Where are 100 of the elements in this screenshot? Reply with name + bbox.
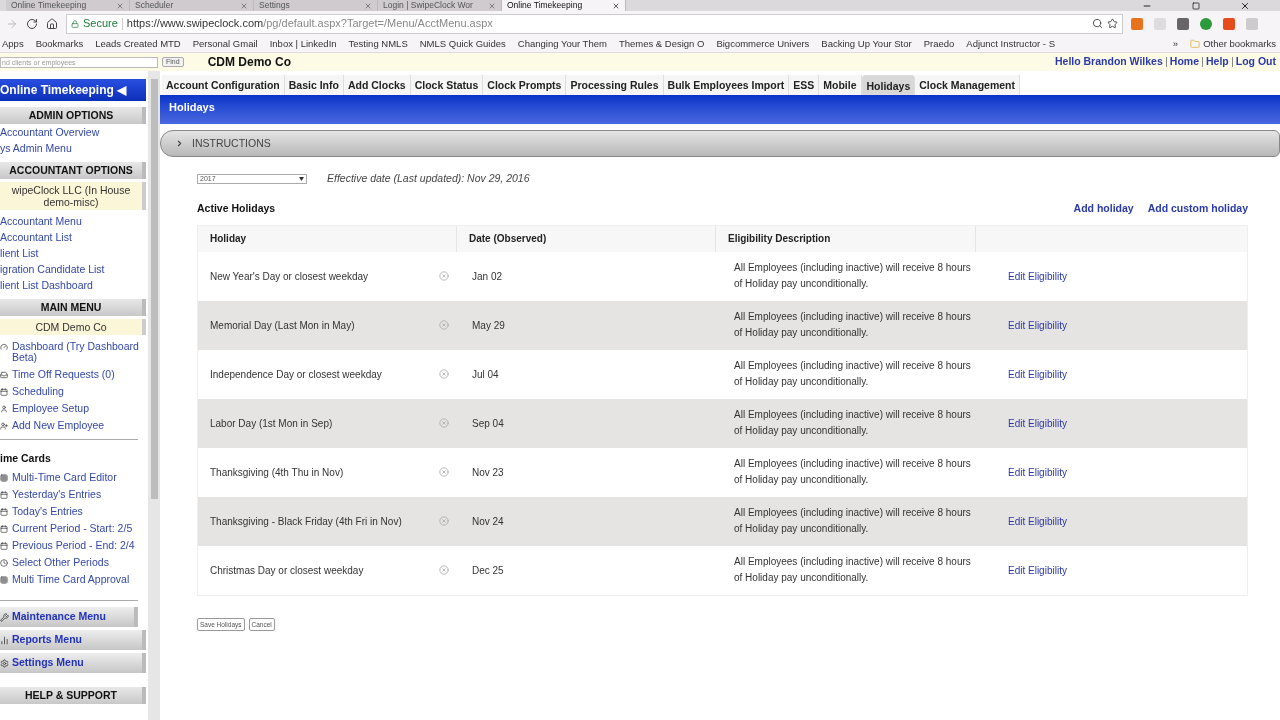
client-name[interactable]: wipeClock LLC (In House demo-misc) [0, 182, 146, 210]
sidebar-link[interactable]: ys Admin Menu [0, 140, 146, 156]
sidebar-link[interactable]: igration Candidate List [0, 261, 146, 277]
browser-tab[interactable]: Settings [254, 0, 378, 11]
sidebar-link[interactable]: lient List [0, 245, 146, 261]
sidebar-link[interactable]: Previous Period - End: 2/4 [12, 540, 135, 551]
star-icon[interactable] [1107, 18, 1118, 29]
bookmark[interactable]: Leads Created MTD [95, 36, 181, 52]
edit-eligibility-link[interactable]: Edit Eligibility [976, 366, 1247, 382]
edit-eligibility-link[interactable]: Edit Eligibility [976, 513, 1247, 529]
bookmark[interactable]: Backing Up Your Stor [821, 36, 912, 52]
remove-icon[interactable] [439, 565, 449, 575]
page-tab[interactable]: Holidays [861, 75, 916, 95]
separator [1165, 57, 1167, 67]
page-tab[interactable]: Clock Management [915, 75, 1020, 95]
remove-icon[interactable] [439, 516, 449, 526]
sidebar-link[interactable]: Accountant List [0, 229, 146, 245]
remove-icon[interactable] [439, 369, 449, 379]
page-tab[interactable]: Processing Rules [566, 75, 664, 95]
sidebar-link[interactable]: Employee Setup [12, 403, 90, 414]
restore-icon[interactable] [1192, 2, 1200, 10]
remove-icon[interactable] [439, 320, 449, 330]
greeting: Hello Brandon Wilkes [1054, 54, 1163, 70]
remove-icon[interactable] [439, 467, 449, 477]
extension-icon[interactable] [1223, 17, 1235, 30]
menu-item-icon [0, 575, 8, 585]
forward-icon[interactable] [6, 17, 18, 30]
bookmark[interactable]: Apps [2, 36, 24, 52]
edit-eligibility-link[interactable]: Edit Eligibility [976, 415, 1247, 431]
sidebar-link[interactable]: Multi-Time Card Editor [12, 472, 117, 483]
menu-button[interactable]: Maintenance Menu [0, 607, 138, 627]
sidebar-banner[interactable]: Online Timekeeping ◀ [0, 79, 146, 101]
lock-icon [71, 19, 79, 28]
sidebar-link[interactable]: Time Off Requests (0) [12, 369, 115, 380]
address-field[interactable]: Secure https://www.swipeclock.com/pg/default.aspx?Target=/Menu/AcctMenu.aspx [66, 13, 1123, 34]
sidebar-link[interactable]: Yesterday's Entries [12, 489, 102, 500]
table-cell-text: All Employees (including inactive) will receive 8 hours of Holiday pay unconditionally. [733, 261, 972, 291]
sidebar-link[interactable]: Scheduling [12, 386, 64, 397]
bookmark[interactable]: Other bookmarks [1203, 36, 1276, 52]
sidebar-link[interactable]: Current Period - Start: 2/5 [12, 523, 133, 534]
bookmark[interactable]: Themes & Design O [618, 36, 705, 52]
sidebar-link[interactable]: Accountant Menu [0, 213, 146, 229]
bookmark[interactable]: Inbox | LinkedIn [269, 36, 337, 52]
extension-icon[interactable] [1131, 17, 1143, 30]
page-tab[interactable]: Add Clocks [343, 75, 411, 95]
extension-icon[interactable] [1200, 17, 1212, 30]
action-link[interactable]: Add holiday [1073, 200, 1134, 217]
page-tab[interactable]: Clock Status [410, 75, 484, 95]
sidebar-link[interactable]: Dashboard (Try Dashboard Beta) [12, 341, 146, 363]
edit-eligibility-link[interactable]: Edit Eligibility [976, 562, 1247, 578]
edit-eligibility-link[interactable]: Edit Eligibility [976, 268, 1247, 284]
client-name[interactable]: CDM Demo Co [0, 319, 146, 335]
sidebar-link[interactable]: Accountant Overview [0, 124, 146, 140]
action-link[interactable]: Add custom holiday [1147, 200, 1248, 217]
header-link[interactable]: Log Out [1235, 54, 1276, 70]
extension-icon[interactable] [1177, 17, 1189, 30]
page-tab[interactable]: Basic Info [284, 75, 344, 95]
menu-button[interactable]: Reports Menu [0, 630, 146, 650]
table-cell-text: New Year's Day or closest weekday [210, 269, 369, 284]
reload-icon[interactable] [26, 17, 38, 30]
remove-icon[interactable] [439, 271, 449, 281]
bookmark[interactable]: Bookmarks [35, 36, 84, 52]
header-link[interactable]: Help [1206, 54, 1229, 70]
instructions-bar[interactable]: INSTRUCTIONS [160, 130, 1280, 157]
bookmark[interactable]: Testing NMLS [348, 36, 408, 52]
bookmark[interactable]: Adjunct Instructor - S [966, 36, 1055, 52]
home-icon[interactable] [46, 17, 58, 30]
sidebar-link[interactable]: lient List Dashboard [0, 277, 146, 293]
close-icon[interactable] [1240, 1, 1250, 11]
bookmark[interactable]: Bigcommerce Univers [716, 36, 810, 52]
sidebar-link[interactable]: Today's Entries [12, 506, 83, 517]
page-tab[interactable]: Bulk Employees Import [663, 75, 790, 95]
menu-icon [0, 658, 9, 668]
bookmark[interactable]: Personal Gmail [192, 36, 258, 52]
header-link[interactable]: Home [1169, 54, 1199, 70]
scrollbar[interactable] [148, 71, 160, 720]
sidebar-link[interactable]: Add New Employee [12, 420, 105, 431]
page-tab[interactable]: Account Configuration [162, 75, 285, 95]
browser-tab[interactable]: Scheduler [130, 0, 254, 11]
bookmark[interactable]: Praedo [923, 36, 955, 52]
page-tab[interactable]: Clock Prompts [483, 75, 567, 95]
table-cell-text: Nov 23 [471, 465, 505, 480]
column-header: Eligibility Description [716, 225, 976, 252]
zoom-icon[interactable] [1092, 18, 1103, 29]
sidebar-heading: ADMIN OPTIONS [0, 107, 146, 124]
sidebar-link[interactable]: Multi Time Card Approval [12, 574, 130, 585]
more-bookmarks[interactable]: » [1172, 36, 1179, 52]
close-icon[interactable] [612, 1, 620, 10]
page-tab[interactable]: ESS [789, 75, 820, 95]
separator [1231, 57, 1233, 67]
bookmark[interactable]: NMLS Quick Guides [419, 36, 506, 52]
table-cell-text: Dec 25 [471, 563, 505, 578]
edit-eligibility-link[interactable]: Edit Eligibility [976, 464, 1247, 480]
bookmark[interactable]: Changing Your Them [517, 36, 607, 52]
edit-eligibility-link[interactable]: Edit Eligibility [976, 317, 1247, 333]
remove-icon[interactable] [439, 418, 449, 428]
menu-button[interactable]: Settings Menu [0, 653, 146, 673]
page-tab[interactable]: Mobile [819, 75, 862, 95]
table-cell-text: Thanksgiving - Black Friday (4th Fri in Nov) [210, 514, 402, 529]
sidebar-link[interactable]: Select Other Periods [12, 557, 109, 568]
